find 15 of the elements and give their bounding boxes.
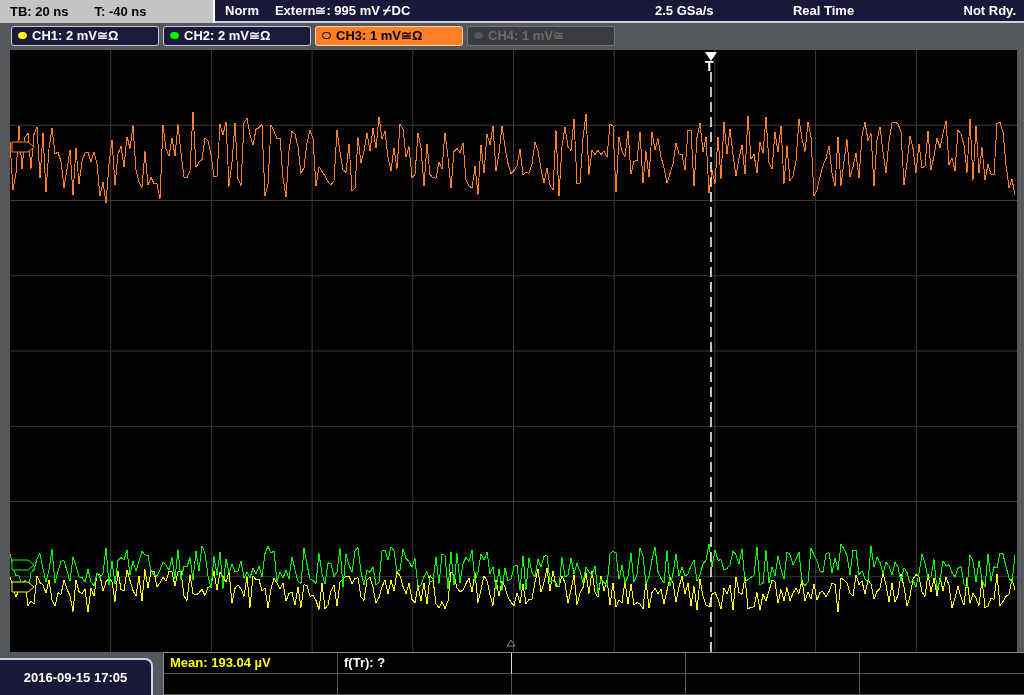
measurement-label: Mean: 193.04 µV [170,654,271,673]
acquisition-label: Real Time [792,1,856,20]
measurement-label: f(Tr): ? [344,654,386,673]
channel-tab[interactable]: CH2: 2 mV≅Ω [163,25,311,46]
trigger-time-label: T: -40 ns [94,2,147,21]
channel-tab[interactable]: CH1: 2 mV≅Ω [11,25,159,46]
trigger-source-label: Extern≅: 995 mV ⌿DC [274,1,412,20]
sample-rate-label: 2.5 GSa/s [654,1,715,20]
trigger-mode-label: Norm [225,1,259,20]
trigger-marker-label: T [705,59,714,73]
state-label: Not Rdy. [963,1,1016,20]
trigger-arrow-icon [705,52,717,61]
timebase-label: TB: 20 ns [10,2,69,21]
position-marker-icon [506,639,516,647]
channel-tab[interactable]: CH3: 1 mV≅Ω [315,25,463,46]
